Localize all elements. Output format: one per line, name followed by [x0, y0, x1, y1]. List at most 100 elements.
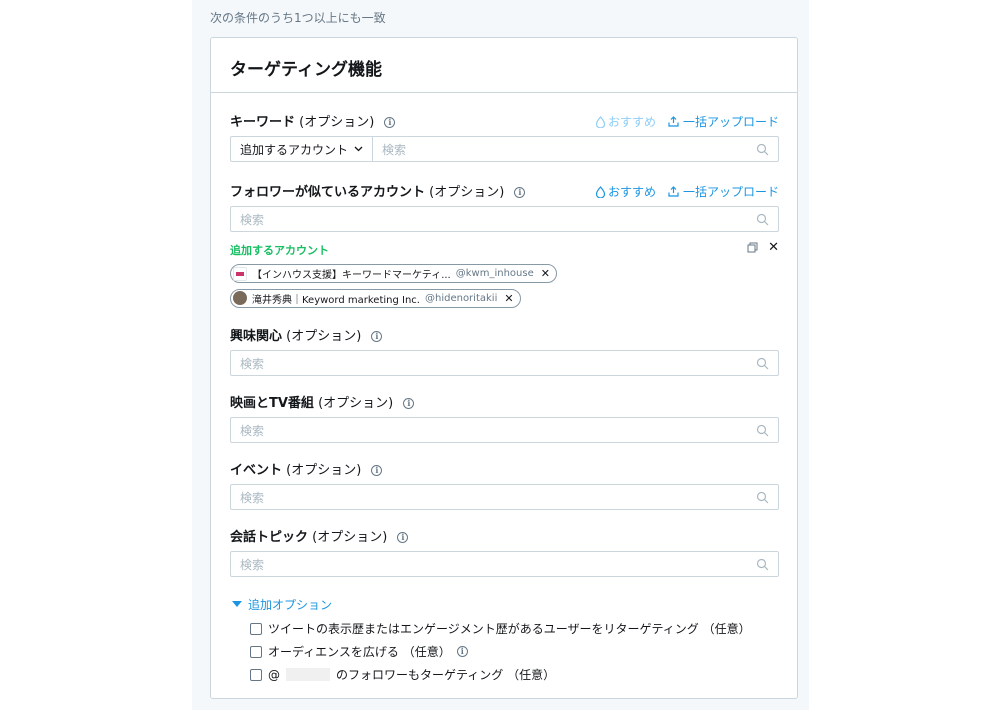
chip-remove-icon[interactable]: ✕ [541, 267, 550, 280]
keyword-actions: おすすめ 一括アップロード [595, 113, 779, 130]
similar-followers-search-input[interactable]: 検索 [230, 206, 779, 232]
movies-tv-section: 映画とTV番組 (オプション) i 検索 [230, 392, 779, 443]
additional-options-title: 追加オプション [248, 597, 333, 612]
additional-options-toggle[interactable]: 追加オプション [230, 595, 779, 613]
retargeting-option[interactable]: ツイートの表示歴またはエンゲージメント歴があるユーザーをリターゲティング （任意… [230, 617, 779, 640]
option-label: のフォロワーもターゲティング （任意） [336, 668, 556, 682]
info-icon[interactable]: i [384, 117, 396, 128]
retargeting-checkbox[interactable] [250, 622, 262, 635]
info-icon[interactable]: i [403, 398, 415, 409]
recommend-label: おすすめ [607, 185, 656, 199]
clear-all-icon[interactable]: ✕ [768, 241, 779, 254]
search-placeholder: 検索 [240, 356, 265, 371]
recommend-button[interactable]: おすすめ [595, 183, 656, 200]
conversation-label-row: 会話トピック (オプション) i [230, 526, 779, 546]
chip-name: 滝井秀典｜Keyword marketing Inc. [252, 294, 420, 306]
drop-icon [595, 185, 606, 198]
search-icon [756, 213, 769, 226]
added-accounts-header: 追加するアカウント ✕ [230, 241, 779, 260]
account-chip: 滝井秀典｜Keyword marketing Inc. @hidenoritak… [230, 288, 521, 308]
bulk-upload-label: 一括アップロード [682, 185, 779, 199]
conversation-search-input[interactable]: 検索 [230, 551, 779, 577]
targeting-card: ターゲティング機能 キーワード (オプション) i おすすめ 一括アップロード … [210, 37, 798, 699]
chip-remove-icon[interactable]: ✕ [504, 292, 513, 305]
chip-list: 【インハウス支援】キーワードマーケティ... @kwm_inhouse ✕ 滝井… [230, 264, 779, 309]
option-label: ツイートの表示歴またはエンゲージメント歴があるユーザーをリターゲティング （任意… [268, 622, 751, 636]
conversation-label: 会話トピック [230, 530, 309, 545]
search-placeholder: 検索 [240, 212, 265, 227]
optional-tag: (オプション) [299, 115, 375, 130]
interests-label: 興味関心 [230, 329, 283, 344]
chip-name: 【インハウス支援】キーワードマーケティ... [252, 270, 451, 281]
optional-tag: (オプション) [429, 185, 505, 200]
events-section: イベント (オプション) i 検索 [230, 459, 779, 510]
account-chip: 【インハウス支援】キーワードマーケティ... @kwm_inhouse ✕ [230, 264, 557, 283]
bulk-upload-button[interactable]: 一括アップロード [668, 113, 779, 130]
additional-options-section: 追加オプション ツイートの表示歴またはエンゲージメント歴があるユーザーをリターゲ… [230, 595, 779, 686]
search-placeholder: 検索 [240, 423, 265, 438]
movies-tv-label: 映画とTV番組 [230, 396, 314, 411]
conversation-topics-section: 会話トピック (オプション) i 検索 [230, 526, 779, 577]
account-avatar [233, 291, 247, 305]
similar-followers-actions: おすすめ 一括アップロード [595, 183, 779, 200]
drop-icon [595, 115, 606, 128]
search-icon [756, 424, 769, 437]
similar-followers-section: フォロワーが似ているアカウント (オプション) i おすすめ 一括アップロード … [230, 181, 779, 309]
option-label: オーディエンスを広げる （任意） [268, 645, 451, 659]
optional-tag: (オプション) [318, 396, 394, 411]
optional-tag: (オプション) [286, 463, 362, 478]
recommend-button[interactable]: おすすめ [595, 113, 656, 130]
movies-tv-search-input[interactable]: 検索 [230, 417, 779, 443]
events-label: イベント [230, 463, 283, 478]
events-search-input[interactable]: 検索 [230, 484, 779, 510]
chip-handle: @kwm_inhouse [455, 268, 534, 279]
info-icon[interactable]: i [397, 532, 409, 543]
similar-followers-label: フォロワーが似ているアカウント [230, 185, 426, 200]
info-icon[interactable]: i [514, 187, 526, 198]
keywords-section: キーワード (オプション) i おすすめ 一括アップロード 追加するアカウント … [230, 111, 779, 162]
chip-handle: @hidenoritakii [424, 292, 498, 304]
copy-icon[interactable] [747, 242, 758, 253]
search-icon [756, 491, 769, 504]
search-icon [756, 357, 769, 370]
movies-tv-label-row: 映画とTV番組 (オプション) i [230, 392, 779, 412]
card-header: ターゲティング機能 [211, 38, 797, 93]
account-avatar [233, 266, 247, 281]
info-icon[interactable]: i [371, 331, 383, 342]
keyword-input-group: 追加するアカウント 検索 [230, 136, 779, 162]
keywords-label-row: キーワード (オプション) i おすすめ 一括アップロード [230, 111, 779, 131]
similar-followers-label-row: フォロワーが似ているアカウント (オプション) i おすすめ 一括アップロード [230, 181, 779, 201]
info-icon[interactable]: i [371, 465, 383, 476]
interests-search-input[interactable]: 検索 [230, 350, 779, 376]
keywords-label: キーワード [230, 115, 296, 130]
dropdown-value: 追加するアカウント [240, 142, 349, 157]
bulk-upload-label: 一括アップロード [682, 115, 779, 129]
follower-targeting-option[interactable]: @ のフォロワーもターゲティング （任意） [230, 663, 779, 686]
optional-tag: (オプション) [312, 530, 388, 545]
search-icon [756, 558, 769, 571]
search-placeholder: 検索 [240, 557, 265, 572]
upload-icon [668, 116, 679, 127]
upload-icon [668, 186, 679, 197]
events-label-row: イベント (オプション) i [230, 459, 779, 479]
keyword-search-input[interactable]: 検索 [373, 141, 778, 158]
expand-audience-option[interactable]: オーディエンスを広げる （任意） i [230, 640, 779, 663]
caret-down-icon [232, 601, 242, 607]
expand-audience-checkbox[interactable] [250, 645, 262, 658]
follower-targeting-checkbox[interactable] [250, 668, 262, 681]
info-icon[interactable]: i [456, 646, 468, 657]
bulk-upload-button[interactable]: 一括アップロード [668, 183, 779, 200]
option-prefix: @ [268, 667, 280, 682]
added-accounts-tools: ✕ [747, 241, 779, 254]
chevron-down-icon [354, 146, 363, 152]
keyword-type-dropdown[interactable]: 追加するアカウント [231, 137, 374, 161]
recommend-label: おすすめ [607, 115, 656, 129]
redacted-handle [286, 668, 330, 681]
added-accounts-title: 追加するアカウント [230, 244, 329, 257]
condition-text: 次の条件のうち1つ以上にも一致 [210, 11, 386, 25]
search-icon [756, 143, 769, 156]
interests-label-row: 興味関心 (オプション) i [230, 325, 779, 345]
search-placeholder: 検索 [240, 490, 265, 505]
card-title: ターゲティング機能 [230, 60, 382, 80]
optional-tag: (オプション) [286, 329, 362, 344]
